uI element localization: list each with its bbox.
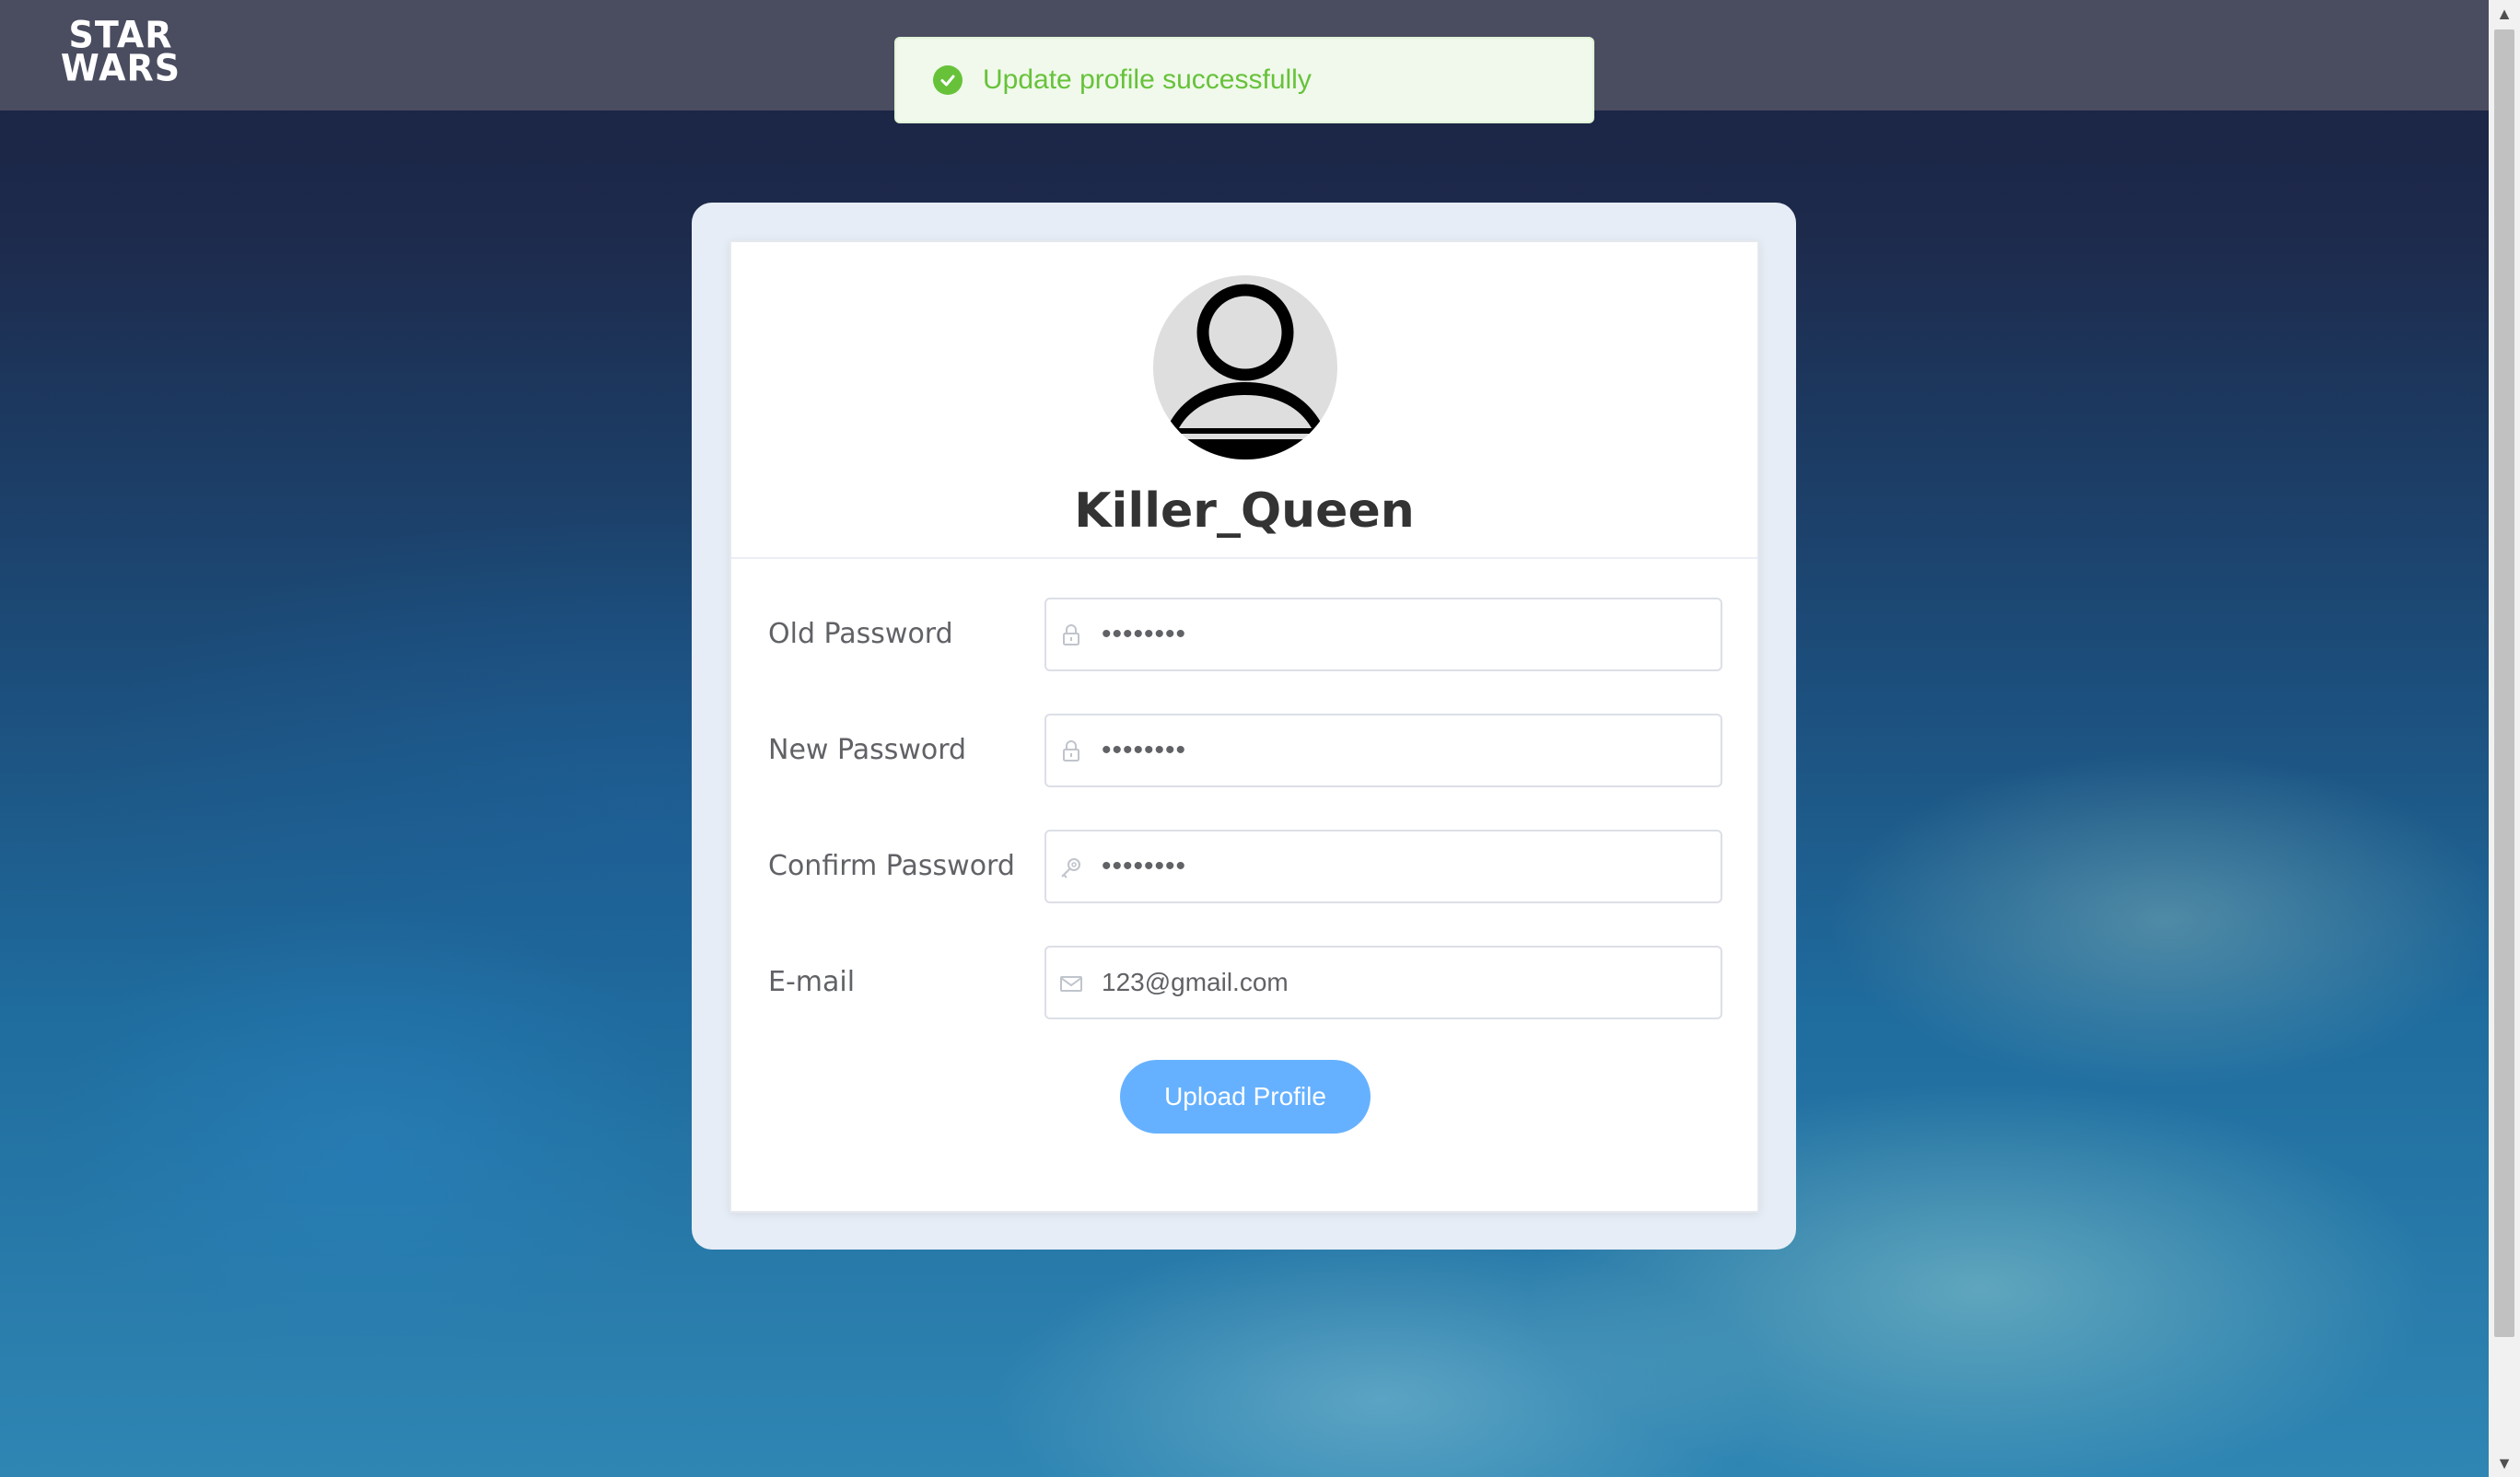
check-circle-icon	[933, 65, 962, 95]
email-input-wrapper[interactable]	[1044, 946, 1722, 1019]
scrollbar-thumb[interactable]	[2494, 29, 2514, 1337]
key-icon	[1061, 858, 1080, 878]
avatar[interactable]	[1153, 275, 1337, 459]
old-password-input[interactable]	[1102, 599, 1709, 669]
profile-card: Killer_Queen Old Password New Password	[729, 240, 1759, 1213]
divider	[731, 557, 1757, 559]
confirm-password-input[interactable]	[1102, 832, 1709, 901]
user-icon	[1164, 284, 1326, 459]
upload-profile-button[interactable]: Upload Profile	[1120, 1060, 1371, 1134]
lock-icon	[1063, 624, 1079, 645]
email-label: E-mail	[768, 966, 856, 998]
new-password-input[interactable]	[1102, 715, 1709, 785]
confirm-password-row: Confirm Password	[731, 830, 1757, 903]
confirm-password-label: Confirm Password	[768, 850, 1015, 882]
page: STAR WARS Update profile successfully Ki…	[0, 0, 2520, 1477]
email-input[interactable]	[1102, 948, 1709, 1018]
star-wars-logo[interactable]: STAR WARS	[52, 17, 190, 89]
confirm-password-input-wrapper[interactable]	[1044, 830, 1722, 903]
old-password-row: Old Password	[731, 598, 1757, 671]
success-toast: Update profile successfully	[894, 37, 1594, 123]
lock-icon	[1063, 740, 1079, 762]
email-row: E-mail	[731, 946, 1757, 1019]
new-password-row: New Password	[731, 714, 1757, 787]
scroll-up-arrow-icon[interactable]: ▲	[2489, 0, 2520, 28]
mail-icon	[1060, 976, 1082, 992]
new-password-input-wrapper[interactable]	[1044, 714, 1722, 787]
logo-line-2: WARS	[60, 46, 181, 89]
scroll-down-arrow-icon[interactable]: ▼	[2489, 1449, 2520, 1477]
toast-message: Update profile successfully	[983, 64, 1312, 95]
new-password-label: New Password	[768, 734, 967, 766]
vertical-scrollbar[interactable]: ▲ ▼	[2489, 0, 2520, 1477]
old-password-label: Old Password	[768, 618, 953, 650]
old-password-input-wrapper[interactable]	[1044, 598, 1722, 671]
username: Killer_Queen	[1074, 483, 1415, 539]
